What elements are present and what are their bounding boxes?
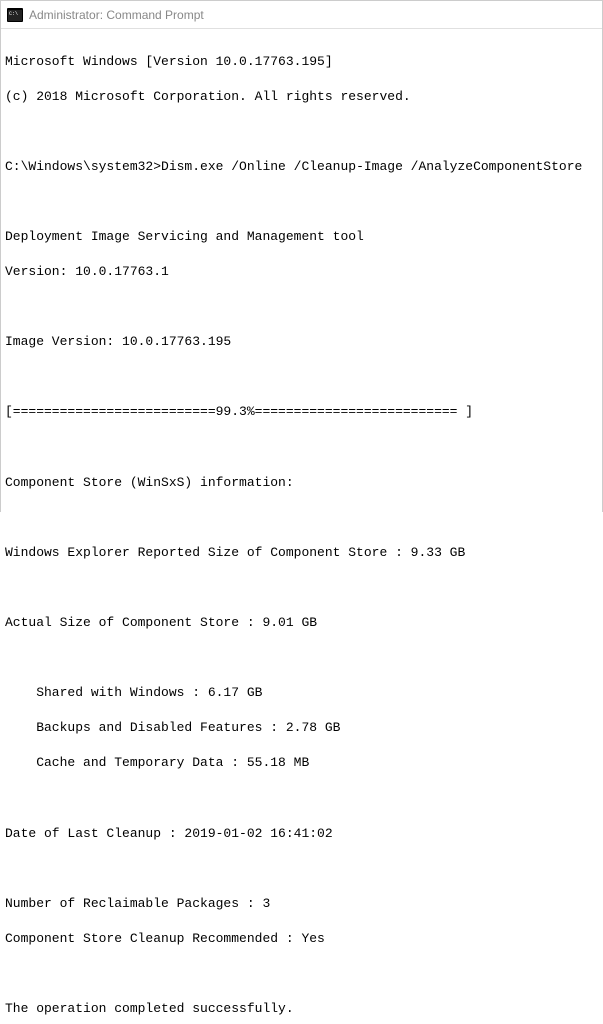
banner-line: Microsoft Windows [Version 10.0.17763.19… — [5, 53, 598, 71]
blank-line — [5, 298, 598, 316]
console-output[interactable]: Microsoft Windows [Version 10.0.17763.19… — [1, 29, 602, 1024]
blank-line — [5, 860, 598, 878]
actual-size: Actual Size of Component Store : 9.01 GB — [5, 614, 598, 632]
blank-line — [5, 509, 598, 527]
shared-size: Shared with Windows : 6.17 GB — [5, 684, 598, 702]
blank-line — [5, 193, 598, 211]
blank-line — [5, 123, 598, 141]
prompt-line: C:\Windows\system32>Dism.exe /Online /Cl… — [5, 158, 598, 176]
blank-line — [5, 368, 598, 386]
reported-size: Windows Explorer Reported Size of Compon… — [5, 544, 598, 562]
prompt: C:\Windows\system32> — [5, 159, 161, 174]
blank-line — [5, 649, 598, 667]
section-header: Component Store (WinSxS) information: — [5, 474, 598, 492]
blank-line — [5, 439, 598, 457]
backups-size: Backups and Disabled Features : 2.78 GB — [5, 719, 598, 737]
operation-completed: The operation completed successfully. — [5, 1000, 598, 1018]
cmd-icon: C:\ — [7, 7, 23, 23]
window-title: Administrator: Command Prompt — [29, 8, 204, 22]
image-version: Image Version: 10.0.17763.195 — [5, 333, 598, 351]
cleanup-recommended: Component Store Cleanup Recommended : Ye… — [5, 930, 598, 948]
blank-line — [5, 790, 598, 808]
blank-line — [5, 965, 598, 983]
progress-bar: [==========================99.3%========… — [5, 403, 598, 421]
copyright-line: (c) 2018 Microsoft Corporation. All righ… — [5, 88, 598, 106]
last-cleanup: Date of Last Cleanup : 2019-01-02 16:41:… — [5, 825, 598, 843]
svg-text:C:\: C:\ — [9, 11, 18, 17]
dism-version: Version: 10.0.17763.1 — [5, 263, 598, 281]
cache-size: Cache and Temporary Data : 55.18 MB — [5, 754, 598, 772]
command: Dism.exe /Online /Cleanup-Image /Analyze… — [161, 159, 582, 174]
reclaimable-packages: Number of Reclaimable Packages : 3 — [5, 895, 598, 913]
titlebar[interactable]: C:\ Administrator: Command Prompt — [1, 1, 602, 29]
dism-title: Deployment Image Servicing and Managemen… — [5, 228, 598, 246]
blank-line — [5, 579, 598, 597]
